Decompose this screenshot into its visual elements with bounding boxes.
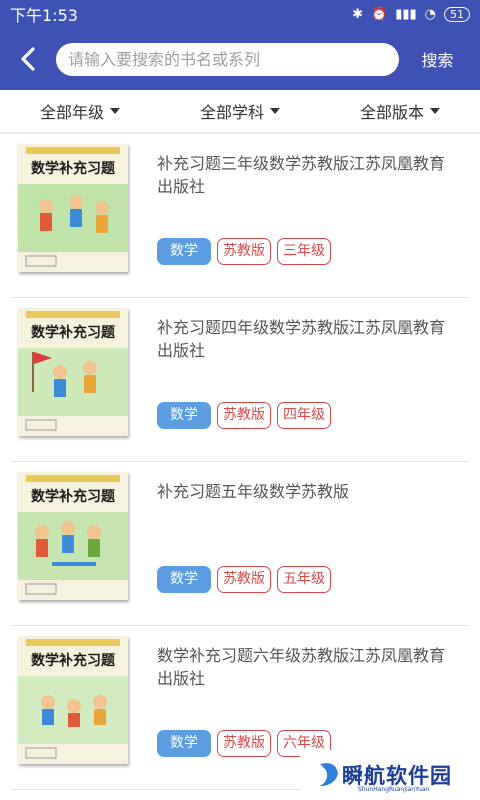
back-button[interactable]	[0, 28, 56, 90]
tag-grade: 三年级	[277, 238, 331, 265]
status-icons: ✱ ⏰ ▮▮▮ ◔ 51	[352, 6, 470, 22]
caret-down-icon	[110, 108, 120, 114]
tag-edition: 苏教版	[217, 730, 271, 757]
filter-edition-label: 全部版本	[359, 103, 424, 122]
watermark-logo-icon	[320, 763, 338, 786]
book-item[interactable]: 数学补充习题 补充习题五年级数学苏教版 数学 苏教版 五年级	[12, 462, 468, 626]
filter-subject[interactable]: 全部学科	[160, 90, 320, 132]
book-title: 补充习题四年级数学苏教版江苏凤凰教育出版社	[157, 318, 446, 360]
book-title: 数学补充习题六年级苏教版江苏凤凰教育出版社	[157, 646, 446, 688]
book-item[interactable]: 数学补充习题 补充习题四年级数学苏教版江苏凤凰教育出版社 数学 苏教版 四年级	[12, 298, 468, 462]
tag-edition: 苏教版	[217, 402, 271, 429]
book-tags: 数学 苏教版 五年级	[157, 566, 331, 593]
wifi-icon: ◔	[424, 6, 436, 22]
book-item[interactable]: 数学补充习题 补充习题三年级数学苏教版江苏凤凰教育出版社 数学 苏教版 三年级	[12, 134, 468, 298]
caret-down-icon	[270, 108, 280, 114]
filter-grade[interactable]: 全部年级	[0, 90, 160, 132]
tag-grade: 五年级	[277, 566, 331, 593]
watermark: 瞬航软件园 ShunHangRuanJianYuan	[300, 750, 480, 800]
search-box[interactable]	[56, 42, 399, 76]
filter-subject-label: 全部学科	[199, 103, 264, 122]
filter-edition[interactable]: 全部版本	[320, 90, 480, 132]
search-header: 搜索	[0, 28, 480, 90]
alarm-icon: ⏰	[371, 6, 388, 22]
caret-down-icon	[430, 108, 440, 114]
book-cover-title: 数学补充习题	[31, 653, 115, 669]
tag-subject: 数学	[157, 730, 211, 757]
filter-bar: 全部年级 全部学科 全部版本	[0, 90, 480, 134]
search-button[interactable]: 搜索	[399, 47, 480, 71]
book-tags: 数学 苏教版 三年级	[157, 238, 331, 265]
tag-subject: 数学	[157, 566, 211, 593]
battery-icon: 51	[444, 6, 470, 22]
signal-icon: ▮▮▮	[395, 6, 417, 22]
back-arrow-icon	[21, 47, 35, 71]
book-cover: 数学补充习题	[18, 308, 128, 436]
watermark-subtext: ShunHangRuanJianYuan	[358, 786, 430, 793]
tag-subject: 数学	[157, 238, 211, 265]
tag-subject: 数学	[157, 402, 211, 429]
book-cover: 数学补充习题	[18, 472, 128, 600]
book-cover: 数学补充习题	[18, 144, 128, 272]
book-cover-title: 数学补充习题	[31, 489, 115, 505]
tag-edition: 苏教版	[217, 566, 271, 593]
book-list: 数学补充习题 补充习题三年级数学苏教版江苏凤凰教育出版社 数学 苏教版 三年级	[0, 134, 480, 790]
tag-grade: 四年级	[277, 402, 331, 429]
status-bar: 下午1:53 ✱ ⏰ ▮▮▮ ◔ 51	[0, 0, 480, 28]
book-title: 补充习题三年级数学苏教版江苏凤凰教育出版社	[157, 154, 446, 196]
book-cover-title: 数学补充习题	[31, 161, 115, 177]
book-cover: 数学补充习题	[18, 636, 128, 764]
filter-grade-label: 全部年级	[39, 103, 104, 122]
book-title: 补充习题五年级数学苏教版	[157, 482, 350, 501]
book-tags: 数学 苏教版 四年级	[157, 402, 331, 429]
tag-edition: 苏教版	[217, 238, 271, 265]
book-cover-title: 数学补充习题	[31, 325, 115, 341]
bluetooth-icon: ✱	[352, 6, 363, 22]
status-time: 下午1:53	[10, 6, 78, 25]
search-input[interactable]	[68, 49, 399, 69]
